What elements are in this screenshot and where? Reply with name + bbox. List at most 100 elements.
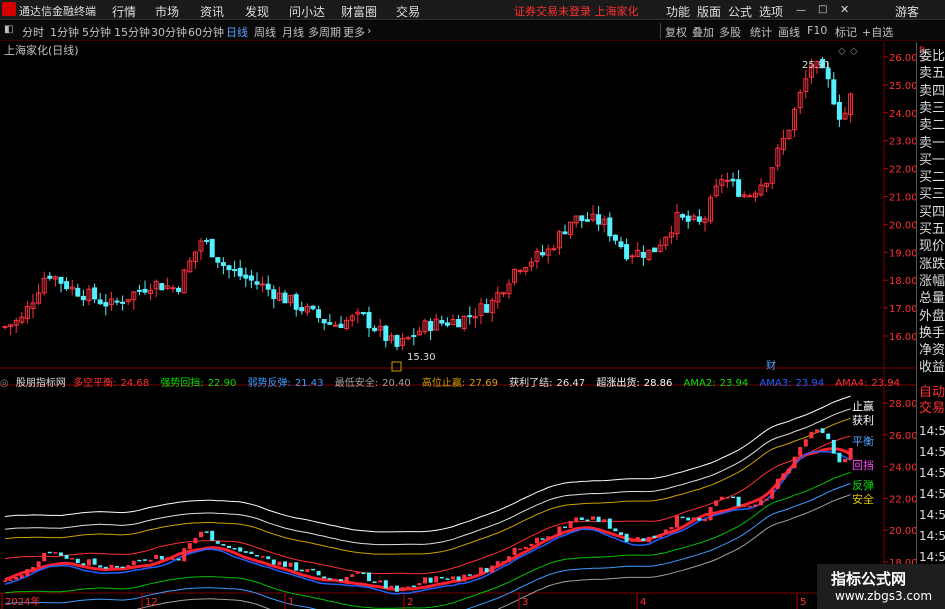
mark-button[interactable]: 标记 xyxy=(835,24,857,40)
side-label-5[interactable]: 卖一 xyxy=(919,136,945,151)
menu-formula[interactable]: 公式 xyxy=(728,3,752,20)
period-tab-15min[interactable]: 15分钟 xyxy=(114,24,150,40)
side-time-4: 14:56 xyxy=(919,508,945,522)
period-tab-1min[interactable]: 1分钟 xyxy=(50,24,79,40)
period-tab-5min[interactable]: 5分钟 xyxy=(82,24,111,40)
side-label-2[interactable]: 卖四 xyxy=(919,84,945,99)
side-label-7[interactable]: 买二 xyxy=(919,171,945,185)
multi-stock-button[interactable]: 多股 xyxy=(719,24,741,40)
menu-trade[interactable]: 交易 xyxy=(396,3,420,20)
indicator-item: 多空平衡: 24.68 xyxy=(73,378,150,389)
collapse-icon[interactable]: ◧ xyxy=(4,24,13,35)
add-watchlist-button[interactable]: +自选 xyxy=(862,24,893,40)
side-label-17[interactable]: 净资 xyxy=(919,344,945,358)
indicator-bands xyxy=(4,395,852,609)
side-label-15[interactable]: 外盘 xyxy=(919,309,945,324)
indicator-tick: 20.00 xyxy=(889,526,916,537)
date-tick: 2024年 xyxy=(5,595,40,608)
menu-news[interactable]: 资讯 xyxy=(200,3,224,20)
menu-wealth[interactable]: 财富圈 xyxy=(341,3,377,20)
side-label-13[interactable]: 涨幅 xyxy=(919,274,945,289)
side-time-0: 14:56 xyxy=(919,424,945,438)
period-tab-more[interactable]: 更多 xyxy=(343,24,365,40)
indicator-item: AMA3: 23.94 xyxy=(759,378,825,389)
menu-discover[interactable]: 发现 xyxy=(245,3,269,20)
period-tab-60min[interactable]: 60分钟 xyxy=(188,24,224,40)
price-tick: 21.00 xyxy=(889,193,916,204)
eye-icon[interactable]: ◎ xyxy=(0,378,9,389)
overlay-button[interactable]: 叠加 xyxy=(692,24,714,40)
side-time-6: 14:56 xyxy=(919,550,945,564)
indicator-item: 弱势反弹: 21.43 xyxy=(247,378,324,389)
kline-candles xyxy=(2,56,854,351)
period-tab-intraday[interactable]: 分时 xyxy=(22,24,44,40)
chart-area[interactable]: 上海家化(日线) ◇ ◇ 25.91 15.30 财 26.00 25.00 24.… xyxy=(0,42,916,609)
side-label-9[interactable]: 买四 xyxy=(919,205,945,220)
menu-market[interactable]: 市场 xyxy=(155,3,179,20)
indicator-item: 超涨出货: 28.86 xyxy=(596,378,673,389)
menu-options[interactable]: 选项 xyxy=(759,3,783,20)
menu-layout[interactable]: 版面 xyxy=(697,3,721,20)
side-label-12[interactable]: 涨跌 xyxy=(919,257,945,272)
indicator-name[interactable]: 股朋指标网 xyxy=(16,378,66,389)
date-tick: 3 xyxy=(522,597,528,608)
menu-ask[interactable]: 问小达 xyxy=(289,3,325,20)
indicator-item: 最低安全: 20.40 xyxy=(334,378,411,389)
side-label-8[interactable]: 买三 xyxy=(919,188,945,202)
chevron-right-icon[interactable]: › xyxy=(367,24,371,37)
close-icon[interactable]: ✕ xyxy=(840,3,849,16)
menu-quotes[interactable]: 行情 xyxy=(112,3,136,20)
price-tick: 16.00 xyxy=(889,332,916,343)
menu-function[interactable]: 功能 xyxy=(666,3,690,20)
adjust-button[interactable]: 复权 xyxy=(665,24,687,40)
quote-side-panel: R 委比 卖五 卖四 卖三 卖二 卖一 买一 买二 买三 买四 买五 现价 涨跌 涨幅 总量 外盘 换手 净资 收益… xyxy=(916,42,945,609)
side-label-16[interactable]: 换手 xyxy=(919,326,945,341)
side-label-18[interactable]: 收益 xyxy=(919,361,945,375)
price-tick: 26.00 xyxy=(889,53,916,64)
price-tick: 24.00 xyxy=(889,109,916,120)
finance-marker[interactable]: 财 xyxy=(766,359,776,372)
side-label-6[interactable]: 买一 xyxy=(919,153,945,168)
draw-line-button[interactable]: 画线 xyxy=(778,24,800,40)
indicator-tick: 22.00 xyxy=(889,494,916,505)
price-tick: 19.00 xyxy=(889,248,916,259)
side-label-14[interactable]: 总量 xyxy=(919,292,945,306)
login-warning[interactable]: 证券交易未登录 上海家化 xyxy=(514,3,639,19)
maximize-icon[interactable]: □ xyxy=(818,4,827,15)
period-tab-monthly[interactable]: 月线 xyxy=(282,24,304,40)
period-tab-daily[interactable]: 日线 xyxy=(226,24,248,40)
side-label-11[interactable]: 现价 xyxy=(919,240,945,254)
event-marker-icon[interactable] xyxy=(391,361,402,372)
high-price-label: 25.91 xyxy=(802,60,831,71)
side-auto-trade-0[interactable]: 自动 xyxy=(919,386,945,400)
diamond-icon-2: ◇ xyxy=(850,46,858,57)
f10-button[interactable]: F10 xyxy=(807,24,827,37)
watermark-title: 指标公式网 xyxy=(831,570,907,588)
watermark: 指标公式网 www.zbgs3.com xyxy=(817,564,945,609)
minimize-icon[interactable]: — xyxy=(796,5,806,16)
side-label-3[interactable]: 卖三 xyxy=(919,101,945,116)
user-guest[interactable]: 游客 xyxy=(895,3,919,20)
indicator-tick: 24.00 xyxy=(889,463,916,474)
indicator-right-labels: 止赢获利平衡回挡反弹安全 xyxy=(852,399,874,506)
side-auto-trade-1[interactable]: 交易 xyxy=(919,402,945,416)
period-tab-multi[interactable]: 多周期 xyxy=(308,24,341,40)
chart-title: 上海家化(日线) xyxy=(4,43,79,57)
diamond-icon: ◇ xyxy=(838,46,846,57)
stats-button[interactable]: 统计 xyxy=(750,24,772,40)
period-tab-30min[interactable]: 30分钟 xyxy=(151,24,187,40)
side-label-10[interactable]: 买五 xyxy=(919,223,945,237)
price-tick: 23.00 xyxy=(889,137,916,148)
period-tab-weekly[interactable]: 周线 xyxy=(254,24,276,40)
side-label-1[interactable]: 卖五 xyxy=(919,67,945,81)
date-tick: 4 xyxy=(640,597,646,608)
indicator-item: 高位止赢: 27.69 xyxy=(421,378,498,389)
side-label-4[interactable]: 卖二 xyxy=(919,119,945,133)
price-tick: 22.00 xyxy=(889,165,916,176)
title-bar: 通达信金融终端 行情 市场 资讯 发现 问小达 财富圈 交易 证券交易未登录 上… xyxy=(0,0,945,20)
indicator-item: 强势回挡: 22.90 xyxy=(160,378,237,389)
indicator-right-label: 平衡 xyxy=(852,435,874,448)
app-title: 通达信金融终端 xyxy=(19,5,96,18)
date-tick: 1 xyxy=(288,597,294,608)
side-label-0[interactable]: 委比 xyxy=(919,50,945,64)
